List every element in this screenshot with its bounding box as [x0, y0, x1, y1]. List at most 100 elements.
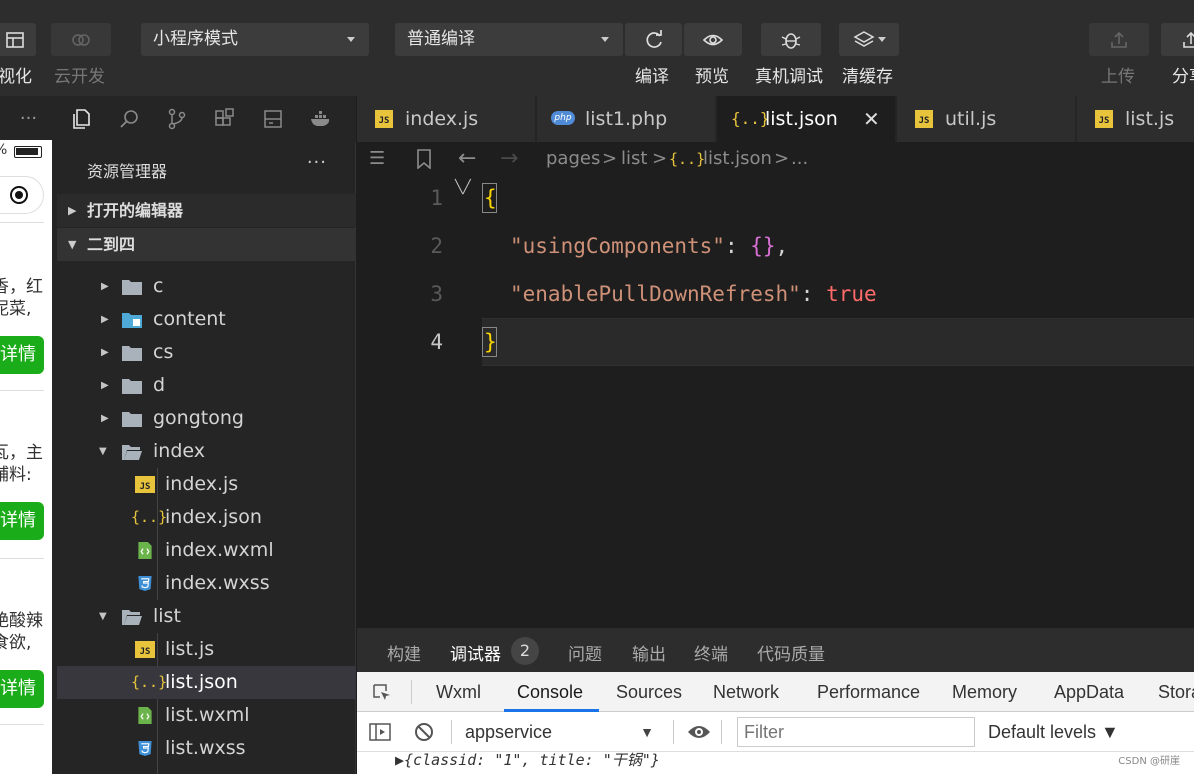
forward-arrow-icon[interactable]: →: [500, 142, 518, 176]
tree-folder-cs[interactable]: ▶ cs: [57, 336, 356, 369]
preview-button[interactable]: [684, 23, 742, 56]
wxml-file-icon: [138, 707, 152, 724]
tab-problems[interactable]: 问题: [568, 640, 602, 665]
watermark: CSDN @研崖: [1118, 756, 1180, 767]
tree-file-list-js[interactable]: JS list.js: [57, 633, 356, 666]
tab-label: list.js: [1125, 108, 1175, 130]
detail-button[interactable]: 详情: [0, 336, 44, 374]
tree-folder-c[interactable]: ▶ c: [57, 270, 356, 303]
upload-button[interactable]: [1089, 23, 1149, 56]
console-log-entry[interactable]: ▶{classid: "1", title: "干锅"}: [395, 752, 660, 768]
folder-icon: [122, 346, 142, 361]
close-icon[interactable]: ✕: [863, 96, 880, 142]
chevron-down-icon: ▼: [640, 724, 654, 740]
compile-select[interactable]: 普通编译: [395, 23, 623, 56]
clear-console-icon[interactable]: [414, 722, 434, 742]
tree-file-list-wxml[interactable]: list.wxml: [57, 699, 356, 732]
devtab-sources[interactable]: Sources: [616, 682, 682, 703]
search-icon: [120, 110, 138, 128]
breadcrumb-item[interactable]: ...: [791, 142, 808, 176]
search-activity[interactable]: [105, 96, 153, 142]
fold-chevron-icon[interactable]: ╲╱: [455, 180, 471, 195]
tab-output[interactable]: 输出: [632, 640, 666, 665]
code-line: "enablePullDownRefresh": true: [510, 282, 877, 306]
tree-file-index-js[interactable]: JS index.js: [57, 468, 356, 501]
php-file-icon: php: [551, 111, 575, 125]
detail-button[interactable]: 详情: [0, 502, 44, 540]
devtab-console[interactable]: Console: [517, 682, 583, 703]
js-file-icon: JS: [375, 110, 393, 128]
cloud-button[interactable]: [51, 23, 111, 56]
tab-index-js[interactable]: JS index.js: [357, 96, 536, 142]
tab-list-js[interactable]: JS list.js: [1077, 96, 1194, 142]
compile-button[interactable]: [625, 23, 682, 56]
code-editor[interactable]: ╲╱ 1 2 3 4 { "usingComponents": {}, "ena…: [357, 176, 1194, 628]
share-button[interactable]: [1161, 23, 1194, 56]
mode-select[interactable]: 小程序模式: [141, 23, 369, 56]
devtab-performance[interactable]: Performance: [817, 682, 920, 703]
bookmark-icon[interactable]: [416, 149, 432, 169]
tab-list-json[interactable]: {..} list.json ✕: [717, 96, 896, 142]
extensions-activity[interactable]: [201, 96, 249, 142]
devtab-memory[interactable]: Memory: [952, 682, 1017, 703]
capsule-button[interactable]: [0, 176, 44, 214]
tab-list1-php[interactable]: php list1.php: [537, 96, 716, 142]
sidebar-toggle-icon[interactable]: [369, 722, 391, 742]
workspace-section[interactable]: ▼ 二到四: [57, 228, 356, 261]
json-file-icon: {..}: [731, 109, 770, 128]
devtab-storage[interactable]: Storage: [1158, 682, 1194, 703]
devtab-appdata[interactable]: AppData: [1054, 682, 1124, 703]
tree-label: list.json: [165, 671, 238, 693]
divider: [451, 720, 452, 744]
tab-terminal[interactable]: 终端: [694, 640, 728, 665]
device-debug-button[interactable]: [761, 23, 821, 56]
ide-window: 视化 云开发 小程序模式 普通编译 编译 预览 真机调试 清缓存 上传 分 ··…: [0, 0, 1194, 774]
explorer-more-button[interactable]: ···: [307, 152, 327, 173]
files-icon: [73, 109, 90, 129]
breadcrumb-item[interactable]: list: [621, 142, 647, 176]
tree-file-index-wxml[interactable]: index.wxml: [57, 534, 356, 567]
tab-util-js[interactable]: JS util.js: [897, 96, 1076, 142]
eye-icon[interactable]: [687, 722, 711, 742]
close-brace: }: [484, 330, 497, 354]
open-editors-section[interactable]: ▶ 打开的编辑器: [57, 194, 356, 227]
explorer-activity[interactable]: [57, 96, 105, 142]
detail-button[interactable]: 详情: [0, 670, 44, 708]
filter-input[interactable]: [737, 717, 975, 747]
tab-build[interactable]: 构建: [387, 640, 421, 665]
tab-debugger[interactable]: 调试器: [450, 640, 501, 665]
clear-cache-button[interactable]: [839, 23, 899, 56]
tree-folder-list[interactable]: ▼ list: [57, 600, 356, 633]
chevron-down-icon: ▼: [99, 611, 107, 622]
tab-code-quality[interactable]: 代码质量: [757, 640, 825, 665]
inspect-element-icon[interactable]: [371, 682, 393, 704]
breadcrumb-item[interactable]: pages: [546, 142, 600, 176]
tree-label: gongtong: [153, 407, 244, 429]
chevron-down-icon: [877, 37, 886, 42]
tree-file-list-wxss[interactable]: list.wxss: [57, 732, 356, 765]
tree-file-index-wxss[interactable]: index.wxss: [57, 567, 356, 600]
breadcrumb-item[interactable]: list.json: [703, 142, 772, 176]
storage-activity[interactable]: [249, 96, 297, 142]
divider: [0, 558, 44, 559]
tree-label: list.js: [165, 638, 215, 660]
log-levels-select[interactable]: Default levels ▼: [988, 722, 1119, 743]
source-control-activity[interactable]: [153, 96, 201, 142]
visual-button[interactable]: [0, 23, 36, 56]
context-select[interactable]: appservice ▼: [465, 712, 660, 752]
simulator-more[interactable]: ···: [0, 96, 57, 140]
tree-folder-d[interactable]: ▶ d: [57, 369, 356, 402]
list-icon[interactable]: ☰: [369, 142, 385, 176]
chevron-right-icon: ▶: [68, 204, 77, 217]
tree-file-index-json[interactable]: {..} index.json: [57, 501, 356, 534]
tree-folder-content[interactable]: ▶ content: [57, 303, 356, 336]
devtab-wxml[interactable]: Wxml: [436, 682, 481, 703]
back-arrow-icon[interactable]: ←: [458, 142, 476, 176]
tree-file-list-json[interactable]: {..} list.json: [57, 666, 356, 699]
docker-activity[interactable]: [297, 96, 345, 142]
upload-icon: [1111, 31, 1127, 48]
tree-folder-index[interactable]: ▼ index: [57, 435, 356, 468]
devtab-network[interactable]: Network: [713, 682, 779, 703]
tree-label: c: [153, 275, 164, 297]
tree-folder-gongtong[interactable]: ▶ gongtong: [57, 402, 356, 435]
